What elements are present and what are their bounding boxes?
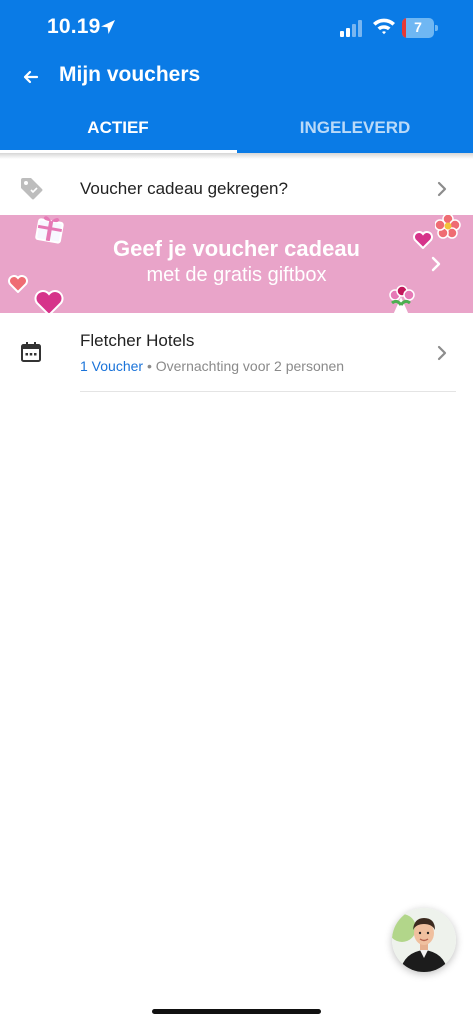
bouquet-sticker-icon	[389, 285, 415, 313]
battery-indicator: 7	[402, 18, 438, 38]
location-arrow-icon	[101, 20, 115, 34]
gift-row-label: Voucher cadeau gekregen?	[80, 179, 288, 198]
voucher-meta: 1 Voucher • Overnachting voor 2 personen	[80, 358, 344, 374]
voucher-count: 1 Voucher	[80, 358, 144, 374]
heart-sticker-icon-large	[34, 290, 64, 313]
status-time: 10.19	[47, 15, 101, 38]
chevron-right-icon	[437, 181, 447, 197]
tag-icon	[21, 178, 43, 200]
wifi-icon	[373, 18, 395, 35]
calendar-icon	[21, 342, 41, 362]
cellular-signal-icon	[340, 20, 362, 37]
voucher-gift-received-row[interactable]: Voucher cadeau gekregen?	[0, 163, 473, 215]
banner-chevron-right-icon	[431, 256, 441, 272]
voucher-merchant-name: Fletcher Hotels	[80, 331, 195, 350]
voucher-list-item[interactable]: Fletcher Hotels 1 Voucher • Overnachting…	[0, 318, 473, 392]
tab-actief[interactable]: ACTIEF	[0, 108, 236, 153]
back-arrow-icon[interactable]	[20, 66, 42, 88]
banner-headline: Geef je voucher cadeau	[113, 236, 360, 261]
voucher-description: Overnachting voor 2 personen	[155, 358, 345, 374]
voucher-chevron-right-icon	[437, 345, 447, 361]
header-shadow	[0, 153, 473, 159]
page-title: Mijn vouchers	[59, 63, 201, 86]
tab-bar: ACTIEF INGELEVERD	[0, 108, 473, 153]
meta-separator: •	[146, 358, 152, 374]
battery-level-text: 7	[414, 19, 422, 35]
list-divider	[80, 391, 456, 392]
support-chat-avatar-button[interactable]	[392, 908, 456, 972]
home-indicator	[152, 1009, 321, 1014]
person-avatar-icon	[392, 908, 456, 972]
giftbox-promo-banner[interactable]: Geef je voucher cadeau met de gratis gif…	[0, 215, 473, 313]
banner-subline: met de gratis giftbox	[146, 264, 327, 286]
tab-ingeleverd[interactable]: INGELEVERD	[237, 108, 473, 153]
status-bar: 10.19 7	[0, 0, 473, 56]
